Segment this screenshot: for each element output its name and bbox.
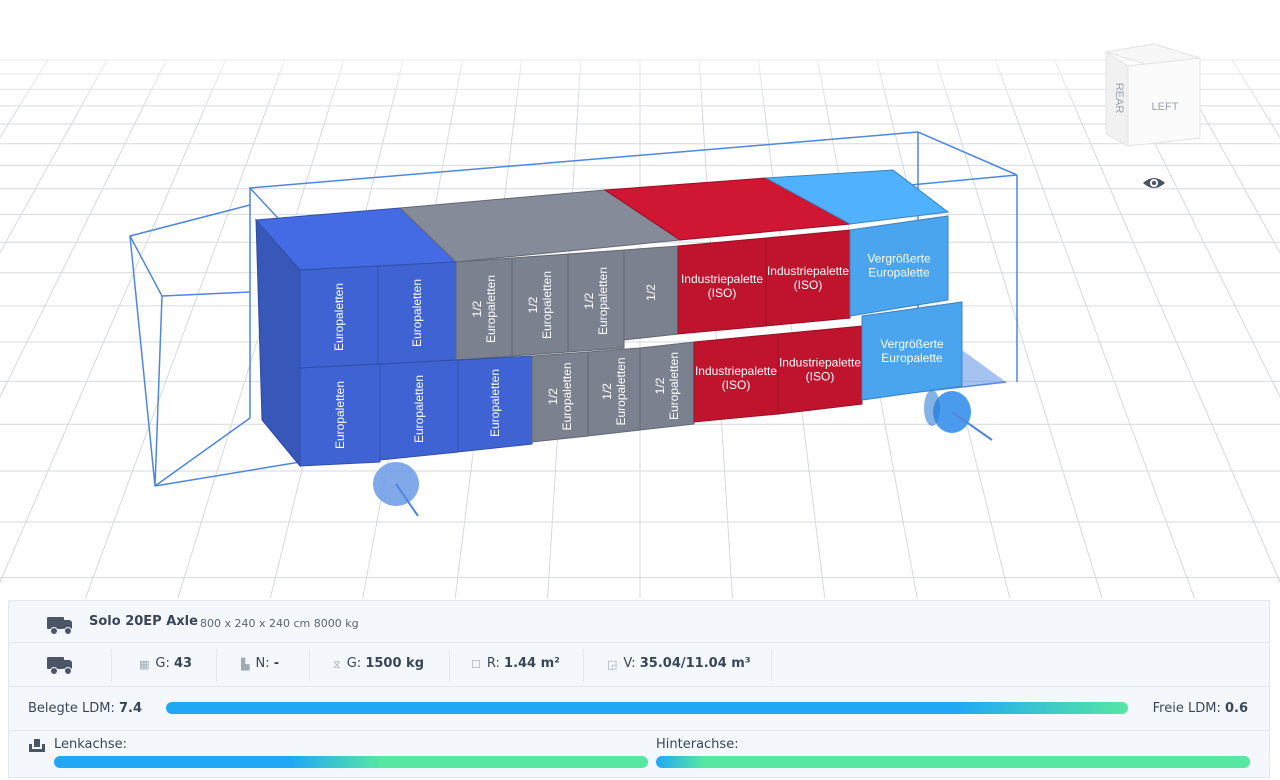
stat-stack: ▙ N: - xyxy=(241,656,280,671)
rear-axle-label: Hinterachse: xyxy=(656,737,739,752)
pallet-half: 1/2Europaletten xyxy=(455,257,513,361)
volume-icon: ◲ xyxy=(607,658,618,671)
ldm-progress-bar xyxy=(166,702,1128,714)
pallet-industrie: Industriepalette (ISO) xyxy=(777,325,863,415)
pallet-label: Europaletten xyxy=(333,381,347,449)
truck-icon xyxy=(47,657,73,675)
pallet-label: Europaletten xyxy=(488,369,502,437)
axle-load-icon xyxy=(29,739,47,755)
used-ldm: Belegte LDM: 7.4 xyxy=(28,701,143,716)
free-ldm: Freie LDM: 0.6 xyxy=(1152,701,1248,716)
stat-volume: ◲ V: 35.04/11.04 m³ xyxy=(607,656,751,671)
pallet-half: 1/2Europaletten xyxy=(567,249,625,353)
pallet-label: Europaletten xyxy=(332,283,346,351)
pallet-industrie: Industriepalette (ISO) xyxy=(765,229,851,327)
stat-count: ▦ G: 43 xyxy=(139,656,193,671)
view-cube-side-label: REAR xyxy=(1113,83,1125,114)
stats-row: ▦ G: 43 ▙ N: - ⧖ G: 1500 kg ☐ R: 1.44 m² ◲ V:… xyxy=(9,643,1269,687)
load-3d-view[interactable]: Europaletten Europaletten 1/2Europaletten 1… xyxy=(0,0,1280,598)
stack-icon: ▙ xyxy=(241,658,250,671)
pallet-label: Europaletten xyxy=(410,279,424,347)
weight-icon: ⧖ xyxy=(333,658,341,671)
pallet-vergr: Vergrößerte Europalette xyxy=(861,301,963,401)
pallet-euro: Europaletten xyxy=(299,265,379,369)
stat-area: ☐ R: 1.44 m² xyxy=(471,656,560,671)
pallet-half: 1/2Europaletten xyxy=(531,351,589,443)
rear-axle-bar xyxy=(656,756,1250,768)
front-axle-label: Lenkachse: xyxy=(54,737,128,752)
wheel-rear xyxy=(924,390,993,441)
pallet-label: 1/2 xyxy=(644,284,658,301)
vehicle-name: Solo 20EP Axle xyxy=(89,614,198,629)
vehicle-row: Solo 20EP Axle 800 x 240 x 240 cm 8000 k… xyxy=(9,601,1269,643)
front-axle-bar xyxy=(54,756,648,768)
pallet-label: Europaletten xyxy=(412,375,426,443)
eye-icon[interactable] xyxy=(1143,178,1165,188)
pallet-half: 1/2 xyxy=(623,245,679,341)
pallet-half: 1/2Europaletten xyxy=(511,253,569,357)
truck-icon xyxy=(47,617,73,635)
pallet-euro: Europaletten xyxy=(377,261,457,365)
pallet-euro: Europaletten xyxy=(299,363,381,467)
pallet-vergr: Vergrößerte Europalette xyxy=(849,215,949,317)
square-icon: ☐ xyxy=(471,658,481,671)
pallet-industrie: Industriepalette (ISO) xyxy=(677,237,767,335)
ldm-row: Belegte LDM: 7.4 Freie LDM: 0.6 xyxy=(9,687,1269,731)
grid-icon: ▦ xyxy=(139,658,150,671)
pallet-label: Vergrößerte Europalette xyxy=(880,337,944,365)
pallet-half: 1/2Europaletten xyxy=(587,347,641,437)
vehicle-dimensions: 800 x 240 x 240 cm 8000 kg xyxy=(200,617,359,630)
pallet-label: Vergrößerte Europalette xyxy=(867,252,931,280)
pallet-euro: Europaletten xyxy=(457,355,533,453)
pallet-industrie: Industriepalette (ISO) xyxy=(693,333,779,423)
view-cube-left-label: LEFT xyxy=(1152,101,1179,113)
pallet-euro: Europaletten xyxy=(379,359,459,461)
axle-row: Lenkachse: Hinterachse: xyxy=(9,731,1269,777)
pallet-stack: Europaletten Europaletten 1/2Europaletten 1… xyxy=(254,169,1006,468)
pallet-half: 1/2Europaletten xyxy=(639,341,695,431)
scene-canvas[interactable]: Europaletten Europaletten 1/2Europaletten 1… xyxy=(0,0,1280,598)
load-summary-panel: Solo 20EP Axle 800 x 240 x 240 cm 8000 k… xyxy=(8,600,1270,778)
stat-weight: ⧖ G: 1500 kg xyxy=(333,656,425,671)
